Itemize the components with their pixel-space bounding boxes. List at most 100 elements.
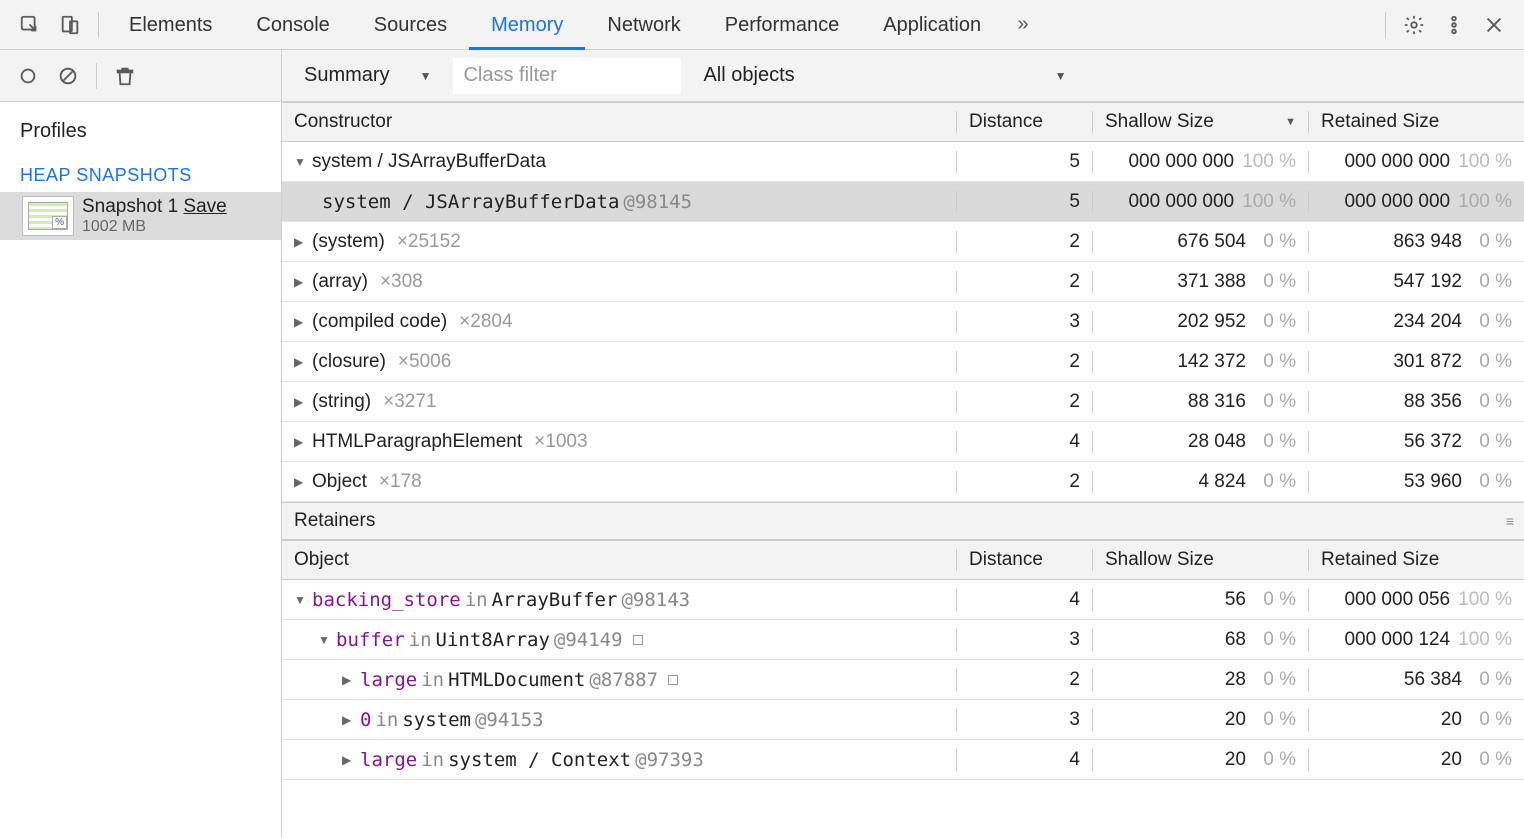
in-keyword: in <box>421 749 444 771</box>
device-toolbar-icon[interactable] <box>50 5 90 45</box>
disclosure-icon[interactable]: ▶ <box>294 355 308 369</box>
col-retained-header[interactable]: Retained Size <box>1308 111 1524 133</box>
delete-icon[interactable] <box>105 56 145 96</box>
col-constructor-header[interactable]: Constructor <box>282 111 956 133</box>
class-filter-input[interactable] <box>453 58 681 94</box>
property-name: large <box>360 669 417 691</box>
table-row[interactable]: ▼ system / JSArrayBufferData 5 000 000 0… <box>282 142 1524 182</box>
distance-cell: 2 <box>956 669 1092 691</box>
detached-icon <box>633 635 643 645</box>
disclosure-icon[interactable]: ▼ <box>318 633 332 647</box>
retained-cell: 000 000 056100 % <box>1308 589 1524 611</box>
table-row[interactable]: ▶ 0 in system @94153 3 200 % 200 % <box>282 700 1524 740</box>
constructor-name: system / JSArrayBufferData <box>312 151 546 173</box>
snapshot-size: 1002 MB <box>82 218 227 236</box>
profiles-sidebar: Profiles HEAP SNAPSHOTS % Snapshot 1 Sav… <box>0 102 282 838</box>
in-keyword: in <box>465 589 488 611</box>
object-id: @94153 <box>475 709 544 731</box>
close-icon[interactable] <box>1474 5 1514 45</box>
disclosure-icon[interactable]: ▶ <box>294 475 308 489</box>
disclosure-icon[interactable]: ▶ <box>294 235 308 249</box>
tab-performance[interactable]: Performance <box>703 0 862 50</box>
disclosure-icon[interactable]: ▶ <box>294 275 308 289</box>
col-retained-header[interactable]: Retained Size <box>1308 549 1524 571</box>
disclosure-icon[interactable]: ▼ <box>294 593 308 607</box>
retained-cell: 53 960 0 % <box>1308 471 1524 493</box>
disclosure-icon[interactable]: ▼ <box>294 155 308 169</box>
instance-count: ×25152 <box>397 231 461 253</box>
table-row[interactable]: ▶ (system) ×25152 2 676 504 0 % 863 948 … <box>282 222 1524 262</box>
heap-snapshots-heading: HEAP SNAPSHOTS <box>0 151 281 192</box>
save-link[interactable]: Save <box>183 196 226 217</box>
table-row[interactable]: ▶ large in system / Context @97393 4 200… <box>282 740 1524 780</box>
col-distance-header[interactable]: Distance <box>956 111 1092 133</box>
tab-application[interactable]: Application <box>861 0 1003 50</box>
shallow-cell: 000 000 000100 % <box>1092 191 1308 213</box>
table-row[interactable]: system / JSArrayBufferData @98145 5 000 … <box>282 182 1524 222</box>
retainers-header-row: Object Distance Shallow Size Retained Si… <box>282 540 1524 580</box>
menu-icon[interactable]: ≡ <box>1506 513 1512 529</box>
constructor-name: (system) <box>312 231 385 253</box>
tab-sources[interactable]: Sources <box>352 0 469 50</box>
retained-cell: 234 204 0 % <box>1308 311 1524 333</box>
devtools-tab-bar: Elements Console Sources Memory Network … <box>0 0 1524 50</box>
in-keyword: in <box>375 709 398 731</box>
col-shallow-header[interactable]: Shallow Size <box>1092 549 1308 571</box>
in-keyword: in <box>421 669 444 691</box>
col-shallow-header[interactable]: Shallow Size ▼ <box>1092 111 1308 133</box>
shallow-cell: 88 316 0 % <box>1092 391 1308 413</box>
col-shallow-label: Shallow Size <box>1105 111 1214 133</box>
col-distance-header[interactable]: Distance <box>956 549 1092 571</box>
disclosure-icon[interactable]: ▶ <box>294 395 308 409</box>
tab-elements[interactable]: Elements <box>107 0 234 50</box>
object-filter-select[interactable]: All objects ▼ <box>691 60 1078 91</box>
distance-cell: 4 <box>956 589 1092 611</box>
table-row[interactable]: ▶ (compiled code) ×2804 3 202 952 0 % 23… <box>282 302 1524 342</box>
property-name: 0 <box>360 709 371 731</box>
table-row[interactable]: ▶ (array) ×308 2 371 388 0 % 547 192 0 % <box>282 262 1524 302</box>
chevron-down-icon: ▼ <box>420 69 432 83</box>
retained-cell: 56 372 0 % <box>1308 431 1524 453</box>
more-tabs-icon[interactable]: » <box>1003 5 1043 45</box>
object-id: @87887 <box>589 669 658 691</box>
disclosure-icon[interactable]: ▶ <box>294 435 308 449</box>
divider <box>98 12 99 38</box>
chevron-down-icon: ▼ <box>1055 69 1067 83</box>
tab-network[interactable]: Network <box>585 0 702 50</box>
settings-icon[interactable] <box>1394 5 1434 45</box>
view-mode-select[interactable]: Summary ▼ <box>292 60 443 91</box>
snapshot-name: Snapshot 1 <box>82 196 178 217</box>
distance-cell: 4 <box>956 431 1092 453</box>
inspect-element-icon[interactable] <box>10 5 50 45</box>
table-row[interactable]: ▶ (string) ×3271 2 88 316 0 % 88 356 0 % <box>282 382 1524 422</box>
object-id: @97393 <box>635 749 704 771</box>
disclosure-icon[interactable]: ▶ <box>342 713 356 727</box>
retained-cell: 000 000 124100 % <box>1308 629 1524 651</box>
snapshot-item[interactable]: % Snapshot 1 Save 1002 MB <box>0 192 281 240</box>
table-row[interactable]: ▶ Object ×178 2 4 824 0 % 53 960 0 % <box>282 462 1524 502</box>
retained-cell: 200 % <box>1308 749 1524 771</box>
distance-cell: 2 <box>956 391 1092 413</box>
tab-memory[interactable]: Memory <box>469 0 585 50</box>
distance-cell: 2 <box>956 271 1092 293</box>
disclosure-icon[interactable]: ▶ <box>342 753 356 767</box>
constructors-header-row: Constructor Distance Shallow Size ▼ Reta… <box>282 102 1524 142</box>
table-row[interactable]: ▼ backing_store in ArrayBuffer @98143 4 … <box>282 580 1524 620</box>
property-name: backing_store <box>312 589 461 611</box>
shallow-cell: 676 504 0 % <box>1092 231 1308 253</box>
disclosure-icon[interactable]: ▶ <box>294 315 308 329</box>
table-row[interactable]: ▶ HTMLParagraphElement ×1003 4 28 048 0 … <box>282 422 1524 462</box>
tab-console[interactable]: Console <box>234 0 351 50</box>
distance-cell: 3 <box>956 629 1092 651</box>
object-id: @94149 <box>554 629 623 651</box>
disclosure-icon[interactable]: ▶ <box>342 673 356 687</box>
col-object-header[interactable]: Object <box>282 549 956 571</box>
table-row[interactable]: ▶ large in HTMLDocument @87887 2 280 % 5… <box>282 660 1524 700</box>
record-icon[interactable] <box>8 56 48 96</box>
memory-toolbar: Summary ▼ All objects ▼ <box>0 50 1524 102</box>
constructor-name: HTMLParagraphElement <box>312 431 522 453</box>
table-row[interactable]: ▶ (closure) ×5006 2 142 372 0 % 301 872 … <box>282 342 1524 382</box>
kebab-menu-icon[interactable] <box>1434 5 1474 45</box>
clear-icon[interactable] <box>48 56 88 96</box>
table-row[interactable]: ▼ buffer in Uint8Array @94149 3 680 % 00… <box>282 620 1524 660</box>
